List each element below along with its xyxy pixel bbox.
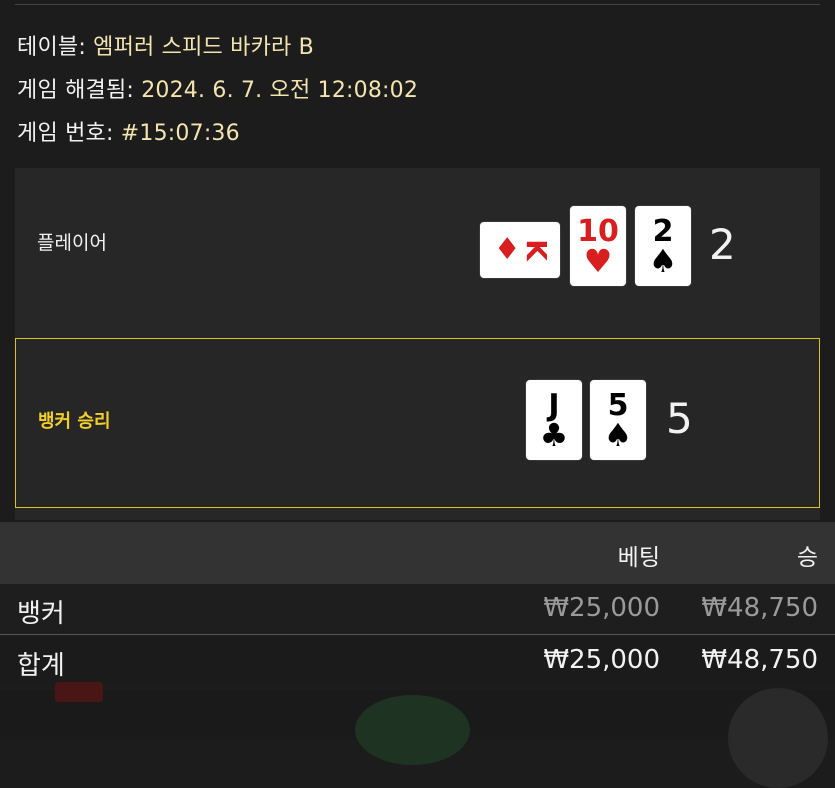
banker-card-1: J ♣ (526, 380, 582, 460)
spade-icon: ♠ (648, 242, 678, 280)
table-info-label: 테이블: (17, 35, 86, 60)
win-amount: ₩48,750 (701, 593, 818, 623)
player-row: 플레이어 ♦ K 10 ♥ 2 ♠ 2 (15, 168, 820, 318)
header-win: 승 (796, 545, 818, 571)
banker-row: 뱅커 승리 J ♣ 5 ♠ 5 (15, 338, 820, 508)
banker-score: 5 (666, 394, 693, 443)
banker-card-2: 5 ♠ (590, 380, 646, 460)
banker-win-label: 뱅커 승리 (38, 411, 111, 432)
bet-name: 뱅커 (17, 599, 65, 629)
total-win: ₩48,750 (701, 645, 818, 675)
background-chip (355, 695, 470, 765)
total-row: 합계 ₩25,000 ₩48,750 (0, 636, 835, 686)
heart-icon: ♥ (583, 242, 613, 280)
resolved-info: 게임 해결됨: 2024. 6. 7. 오전 12:08:02 (17, 72, 418, 104)
table-info-value: 엠퍼러 스피드 바카라 B (93, 35, 314, 60)
player-card-1: ♦ K (480, 222, 560, 278)
bets-table-header: 베팅 승 (0, 522, 835, 584)
resolved-info-label: 게임 해결됨: (17, 78, 135, 103)
background-badge (55, 682, 103, 702)
table-info: 테이블: 엠퍼러 스피드 바카라 B (17, 29, 314, 61)
card-rank: K (519, 239, 553, 261)
diamond-icon: ♦ (493, 232, 521, 267)
player-card-3: 2 ♠ (635, 206, 691, 286)
table-row: 뱅커 ₩25,000 ₩48,750 (0, 584, 835, 635)
total-label: 합계 (17, 651, 65, 681)
resolved-info-value: 2024. 6. 7. 오전 12:08:02 (141, 78, 419, 103)
spade-icon: ♠ (603, 416, 633, 454)
game-number-label: 게임 번호: (17, 121, 114, 146)
background-menu-button (728, 688, 828, 788)
result-panel: 플레이어 ♦ K 10 ♥ 2 ♠ 2 뱅커 승리 J ♣ 5 ♠ 5 (15, 168, 820, 520)
total-bet: ₩25,000 (543, 645, 660, 675)
header-bet: 베팅 (617, 545, 660, 571)
club-icon: ♣ (539, 416, 569, 454)
player-card-2: 10 ♥ (570, 206, 626, 286)
game-number-info: 게임 번호: #15:07:36 (17, 115, 240, 147)
bet-amount: ₩25,000 (543, 593, 660, 623)
game-number-value: #15:07:36 (120, 121, 240, 146)
player-label: 플레이어 (37, 232, 107, 254)
top-divider (15, 4, 820, 5)
player-score: 2 (709, 220, 736, 269)
